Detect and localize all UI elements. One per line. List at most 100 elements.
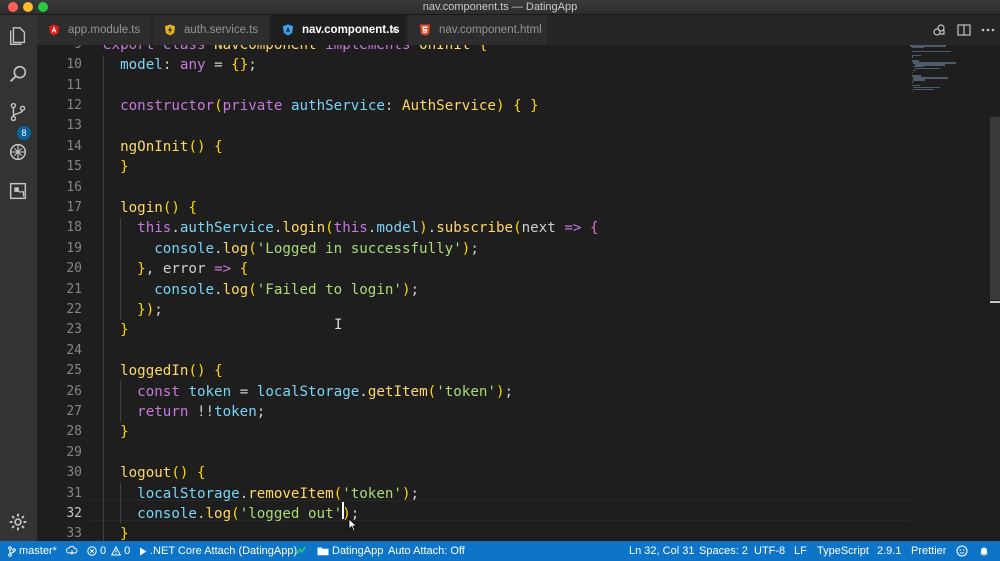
debug-config-launcher[interactable]: .NET Core Attach (DatingApp): [139, 541, 297, 561]
files-icon[interactable]: [7, 25, 29, 47]
line-number: 29: [66, 444, 82, 460]
code-line: loggedIn() {: [120, 363, 223, 380]
workspace-folder-label: DatingApp: [332, 545, 384, 557]
code-line: constructor(private authService: AuthSer…: [120, 98, 539, 114]
line-number: 11: [66, 77, 82, 93]
code-line: model: any = {};: [120, 57, 257, 74]
live-share-icon[interactable]: [296, 541, 309, 561]
close-tab-icon[interactable]: ×: [390, 22, 398, 37]
lightning-icon: [163, 23, 177, 37]
code-line: ngOnInit() {: [120, 138, 223, 155]
minimap-line: [911, 54, 922, 56]
split-editor-icon[interactable]: [956, 22, 972, 38]
line-number: 9: [42, 45, 82, 55]
code-line: }: [120, 526, 129, 541]
git-branch-icon: [8, 545, 16, 557]
branch-name: master*: [19, 545, 57, 557]
extensions-icon[interactable]: [7, 180, 29, 202]
line-number: 10: [66, 57, 82, 73]
code-line: return !!token;: [137, 404, 266, 420]
vertical-scrollbar[interactable]: [990, 45, 1000, 541]
line-number: 22: [66, 302, 82, 317]
language-mode[interactable]: TypeScript: [817, 541, 869, 561]
typescript-version[interactable]: 2.9.1: [877, 541, 901, 561]
line-number: 20: [66, 261, 82, 277]
code-line: }: [120, 424, 129, 441]
tab-actions: [920, 15, 1000, 45]
code-line: }, error => {: [137, 261, 249, 278]
line-number: 23: [66, 322, 82, 338]
code-line: const token = localStorage.getItem('toke…: [137, 383, 514, 400]
title-bar: nav.component.ts — DatingApp: [0, 0, 1000, 15]
mouse-pointer-icon: [348, 518, 358, 532]
auto-attach-toggle[interactable]: Auto Attach: Off: [388, 541, 465, 561]
line-number: 19: [66, 240, 82, 256]
eol-setting[interactable]: LF: [794, 541, 807, 561]
open-changes-icon[interactable]: [931, 22, 947, 38]
error-icon: [87, 546, 97, 556]
scrollbar-thumb[interactable]: [990, 117, 1000, 300]
minimap-line: [913, 69, 916, 72]
tab-label: nav.component.html: [439, 24, 542, 36]
error-count: 0: [100, 545, 107, 557]
code-editor[interactable]: 9 10 11 12 13 14 15 16 17 18 19 20 21 22 23 24 25 26 27 28 2…: [37, 45, 1000, 541]
line-number: 12: [66, 98, 82, 113]
debug-config-label: .NET Core Attach (DatingApp): [150, 545, 298, 557]
source-control-badge: 8: [17, 126, 31, 140]
code-line: login() {: [120, 200, 197, 216]
tab-app-module[interactable]: app.module.ts: [37, 15, 152, 45]
minimap-line: [911, 71, 913, 74]
minimap-line: [911, 56, 913, 58]
angular-icon: [47, 23, 61, 37]
minimap-line: [911, 90, 913, 93]
line-number: 15: [66, 159, 82, 175]
tab-nav-component-html[interactable]: nav.component.html: [408, 15, 548, 45]
tab-label: auth.service.ts: [184, 24, 259, 36]
notifications-icon[interactable]: [978, 541, 993, 561]
play-icon: [140, 547, 147, 555]
minimap[interactable]: [910, 45, 990, 105]
line-number: 27: [66, 404, 82, 419]
status-bar: master* 0 0 .NET Core Attach (DatingApp)…: [0, 541, 1000, 561]
code-line: console.log('Failed to login');: [154, 281, 420, 298]
gear-icon[interactable]: [7, 511, 29, 533]
source-control-icon[interactable]: [7, 101, 29, 123]
tab-nav-component-ts[interactable]: nav.component.ts ×: [271, 15, 407, 45]
sync-icon[interactable]: [66, 541, 81, 561]
more-actions-icon[interactable]: [980, 22, 996, 38]
typescript-icon: [281, 23, 295, 37]
activity-bar: 8: [0, 15, 37, 541]
line-number: 17: [66, 200, 82, 215]
code-line: logout() {: [120, 465, 206, 482]
branch-indicator[interactable]: master*: [8, 541, 57, 561]
code-line: localStorage.removeItem('token');: [137, 485, 420, 502]
indentation-setting[interactable]: Spaces: 2: [699, 541, 748, 561]
code-line: export class NavComponent implements OnI…: [103, 45, 487, 55]
workspace-folder[interactable]: DatingApp: [317, 541, 383, 561]
code-line: this.authService.login(this.model).subsc…: [137, 220, 599, 237]
minimap-line: [911, 46, 925, 49]
scrollbar-position-marker: [990, 301, 1000, 303]
tab-auth-service[interactable]: auth.service.ts: [153, 15, 270, 45]
line-number: 13: [66, 118, 82, 134]
feedback-icon[interactable]: [956, 541, 971, 561]
encoding-setting[interactable]: UTF-8: [754, 541, 785, 561]
line-number: 26: [66, 383, 82, 399]
window-title: nav.component.ts — DatingApp: [422, 1, 578, 13]
formatter-status[interactable]: Prettier: [911, 541, 946, 561]
editor-tab-bar: app.module.ts auth.service.ts nav.compon…: [37, 15, 1000, 45]
line-number: 33: [66, 526, 82, 541]
text-cursor: [342, 502, 344, 519]
minimap-line: [911, 50, 951, 53]
line-number: 31: [66, 485, 82, 501]
cursor-position[interactable]: Ln 32, Col 31: [629, 541, 694, 561]
folder-icon: [317, 547, 329, 556]
warning-icon: [111, 546, 122, 556]
line-number: 32: [66, 506, 82, 521]
problems-indicator[interactable]: 0 0: [87, 541, 130, 561]
search-icon[interactable]: [7, 63, 29, 85]
debug-icon[interactable]: [7, 141, 29, 163]
code-line: }: [120, 159, 129, 176]
minimap-line: [913, 88, 934, 91]
line-number: 21: [66, 281, 82, 297]
